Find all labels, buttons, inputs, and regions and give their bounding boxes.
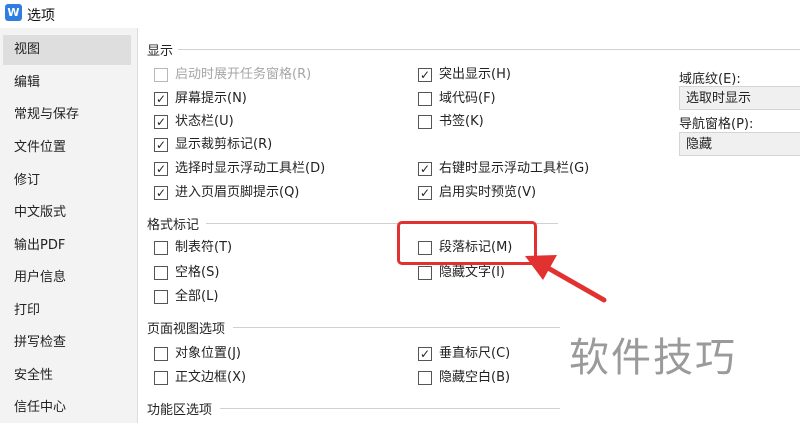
annotation-arrow-icon <box>525 255 607 303</box>
